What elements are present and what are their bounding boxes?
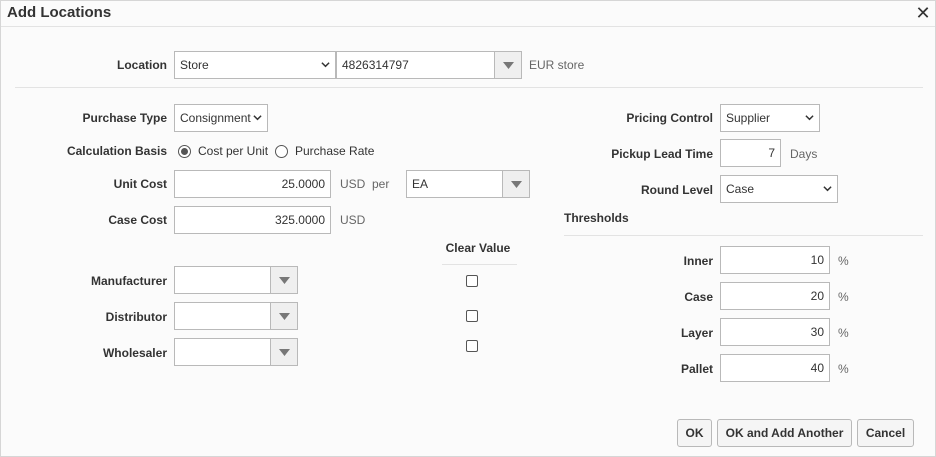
clear-value-divider — [442, 264, 517, 265]
triangle-down-icon — [503, 62, 514, 69]
location-id-combobox[interactable]: 4826314797 — [336, 51, 522, 79]
threshold-layer-label: Layer — [680, 326, 713, 340]
triangle-down-icon — [279, 313, 290, 320]
threshold-layer-unit: % — [838, 326, 849, 340]
pricing-control-label: Pricing Control — [626, 111, 713, 125]
dialog-titlebar: Add Locations ✕ — [1, 1, 935, 27]
wholesaler-combobox[interactable] — [174, 338, 298, 366]
manufacturer-combobox[interactable] — [174, 266, 298, 294]
distributor-dropdown-button[interactable] — [270, 302, 298, 330]
location-id-value: 4826314797 — [342, 58, 409, 72]
threshold-pallet-label: Pallet — [680, 362, 713, 376]
pricing-control-select[interactable]: Supplier — [720, 104, 820, 132]
threshold-inner-label: Inner — [683, 254, 713, 268]
location-description: EUR store — [529, 58, 585, 72]
clear-value-header: Clear Value — [445, 241, 511, 255]
threshold-pallet-unit: % — [838, 362, 849, 376]
uom-dropdown-button[interactable] — [502, 170, 530, 198]
threshold-case-label: Case — [684, 290, 713, 304]
thresholds-header: Thresholds — [564, 211, 629, 225]
threshold-inner-input[interactable]: 10 — [720, 246, 830, 274]
radio-cost-per-unit[interactable] — [178, 145, 191, 158]
distributor-label: Distributor — [105, 310, 167, 324]
location-label: Location — [117, 58, 167, 72]
distributor-combobox[interactable] — [174, 302, 298, 330]
wholesaler-dropdown-button[interactable] — [270, 338, 298, 366]
location-id-dropdown-button[interactable] — [494, 51, 522, 79]
triangle-down-icon — [511, 181, 522, 188]
threshold-case-unit: % — [838, 290, 849, 304]
round-level-value: Case — [726, 182, 755, 196]
uom-combobox[interactable]: EA — [406, 170, 530, 198]
add-locations-dialog: Add Locations ✕ Location Store 482631479… — [0, 0, 936, 457]
radio-purchase-rate[interactable] — [275, 145, 288, 158]
ok-and-add-another-button[interactable]: OK and Add Another — [717, 419, 852, 447]
uom-value: EA — [412, 177, 429, 191]
triangle-down-icon — [279, 277, 290, 284]
purchase-type-value: Consignment — [180, 111, 251, 125]
chevron-down-icon — [805, 115, 814, 121]
location-type-value: Store — [180, 58, 209, 72]
manufacturer-dropdown-button[interactable] — [270, 266, 298, 294]
case-cost-label: Case Cost — [108, 213, 167, 227]
pricing-control-value: Supplier — [726, 111, 771, 125]
clear-wholesaler-checkbox[interactable] — [466, 340, 478, 352]
pickup-lead-time-input[interactable]: 7 — [720, 139, 781, 167]
chevron-down-icon — [823, 186, 832, 192]
triangle-down-icon — [279, 349, 290, 356]
clear-manufacturer-checkbox[interactable] — [466, 275, 478, 287]
threshold-pallet-input[interactable]: 40 — [720, 354, 830, 382]
threshold-case-input[interactable]: 20 — [720, 282, 830, 310]
radio-purchase-rate-label: Purchase Rate — [295, 144, 375, 158]
ok-button[interactable]: OK — [677, 419, 712, 447]
radio-cost-per-unit-label: Cost per Unit — [198, 144, 269, 158]
wholesaler-label: Wholesaler — [102, 346, 167, 360]
round-level-label: Round Level — [640, 183, 713, 197]
close-icon[interactable]: ✕ — [913, 3, 933, 23]
unit-cost-input[interactable]: 25.0000 — [174, 170, 331, 198]
dialog-title: Add Locations — [7, 4, 112, 21]
section-divider — [15, 87, 923, 88]
pickup-lead-time-unit: Days — [790, 147, 818, 161]
clear-distributor-checkbox[interactable] — [466, 310, 478, 322]
case-cost-currency: USD — [340, 213, 366, 227]
unit-cost-label: Unit Cost — [113, 177, 167, 191]
purchase-type-label: Purchase Type — [82, 111, 167, 125]
chevron-down-icon — [253, 115, 262, 121]
threshold-layer-input[interactable]: 30 — [720, 318, 830, 346]
thresholds-divider — [564, 235, 923, 236]
threshold-inner-unit: % — [838, 254, 849, 268]
pickup-lead-time-label: Pickup Lead Time — [611, 147, 713, 161]
purchase-type-select[interactable]: Consignment — [174, 104, 268, 132]
round-level-select[interactable]: Case — [720, 175, 838, 203]
manufacturer-label: Manufacturer — [90, 274, 167, 288]
unit-cost-currency: USD — [340, 177, 366, 191]
case-cost-input[interactable]: 325.0000 — [174, 206, 331, 234]
unit-cost-per-text: per — [372, 177, 390, 191]
location-type-select[interactable]: Store — [174, 51, 336, 79]
cancel-button[interactable]: Cancel — [857, 419, 914, 447]
calculation-basis-label: Calculation Basis — [66, 144, 167, 158]
chevron-down-icon — [321, 62, 330, 68]
